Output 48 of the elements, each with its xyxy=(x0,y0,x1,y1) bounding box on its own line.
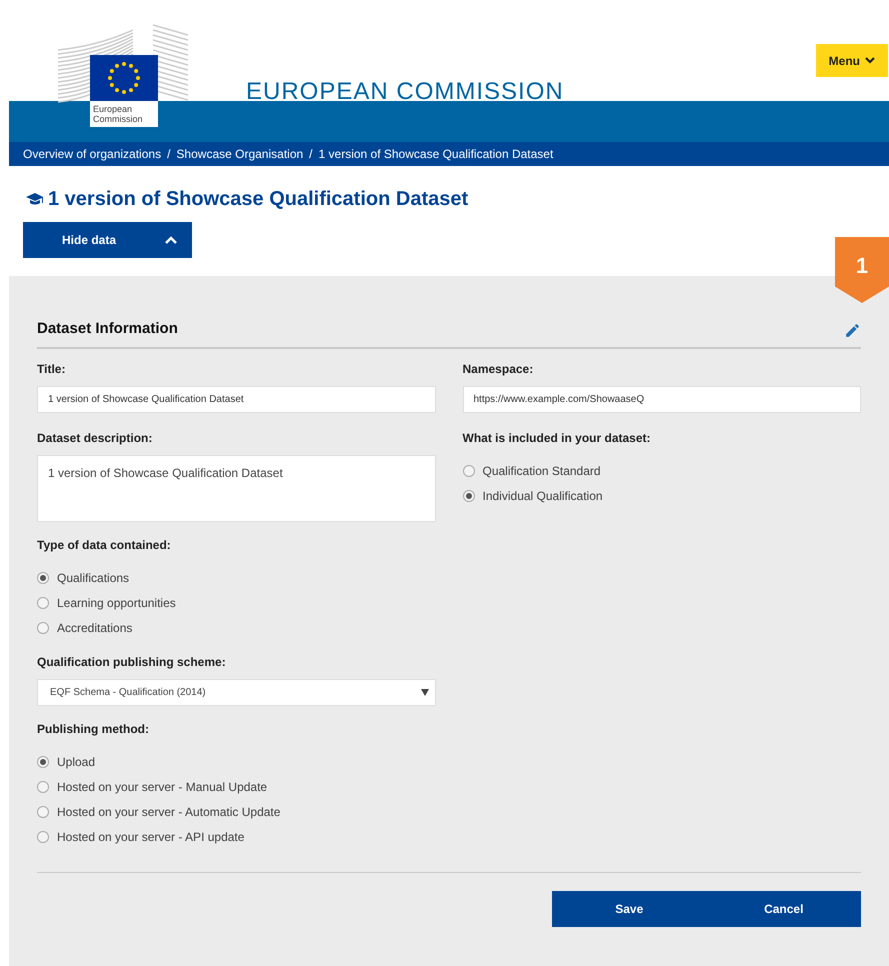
breadcrumb-link[interactable]: Showcase Organisation xyxy=(176,145,304,163)
hide-data-button[interactable]: Hide data xyxy=(23,222,192,258)
breadcrumb-link[interactable]: Overview of organizations xyxy=(23,145,162,163)
radio-label: Qualifications xyxy=(57,570,130,587)
menu-button[interactable]: Menu xyxy=(816,44,888,77)
radio-button[interactable] xyxy=(37,831,49,843)
action-button[interactable]: Save xyxy=(552,890,706,926)
input-field[interactable]: 1 version of Showcase Qualification Dataset xyxy=(37,386,436,412)
radio-button[interactable] xyxy=(37,572,49,584)
radio-label: Individual Qualification xyxy=(482,488,603,505)
eu-flag-icon xyxy=(90,55,158,101)
section-title: Dataset Information xyxy=(37,319,178,339)
logo-caption: European Commission xyxy=(92,103,144,126)
dropdown-select[interactable]: EQF Schema - Qualification (2014) xyxy=(37,678,436,706)
field-label: Publishing method: xyxy=(37,720,150,738)
text-area[interactable]: 1 version of Showcase Qualification Dataset xyxy=(37,454,436,522)
radio-button[interactable] xyxy=(37,597,49,609)
field-label: What is included in your dataset: xyxy=(462,430,652,446)
field-label: Qualification publishing scheme: xyxy=(37,654,227,670)
dropdown-caret-icon xyxy=(420,688,428,696)
input-field[interactable]: https://www.example.com/ShowaaseQ xyxy=(462,386,861,412)
radio-button[interactable] xyxy=(462,490,474,502)
pencil-icon[interactable] xyxy=(844,322,861,338)
radio-label: Learning opportunities xyxy=(57,595,176,612)
radio-label: Hosted on your server - Automatic Update xyxy=(57,804,280,821)
radio-label: Hosted on your server - Manual Update xyxy=(57,779,268,796)
radio-button[interactable] xyxy=(37,622,49,634)
field-label: Namespace: xyxy=(462,360,534,378)
breadcrumb-separator: / xyxy=(167,146,170,163)
action-button[interactable]: Cancel xyxy=(706,890,861,926)
graduation-cap-icon xyxy=(26,192,44,206)
radio-button[interactable] xyxy=(462,465,474,477)
field-label: Dataset description: xyxy=(37,430,154,446)
radio-label: Accreditations xyxy=(57,620,132,637)
radio-button[interactable] xyxy=(37,806,49,818)
page-title: 1 version of Showcase Qualification Dataset xyxy=(48,187,468,212)
radio-label: Upload xyxy=(57,754,96,771)
chevron-up-icon xyxy=(165,236,177,244)
breadcrumb-separator: / xyxy=(309,146,313,163)
radio-button[interactable] xyxy=(37,781,49,793)
chevron-down-icon xyxy=(865,57,875,64)
radio-label: Hosted on your server - API update xyxy=(57,829,244,846)
field-label: Title: xyxy=(37,360,66,378)
breadcrumb-link[interactable]: 1 version of Showcase Qualification Dataset xyxy=(318,145,554,163)
radio-label: Qualification Standard xyxy=(482,463,601,480)
radio-button[interactable] xyxy=(37,756,49,768)
site-title: EUROPEAN COMMISSION xyxy=(246,77,564,107)
field-label: Type of data contained: xyxy=(37,536,172,554)
